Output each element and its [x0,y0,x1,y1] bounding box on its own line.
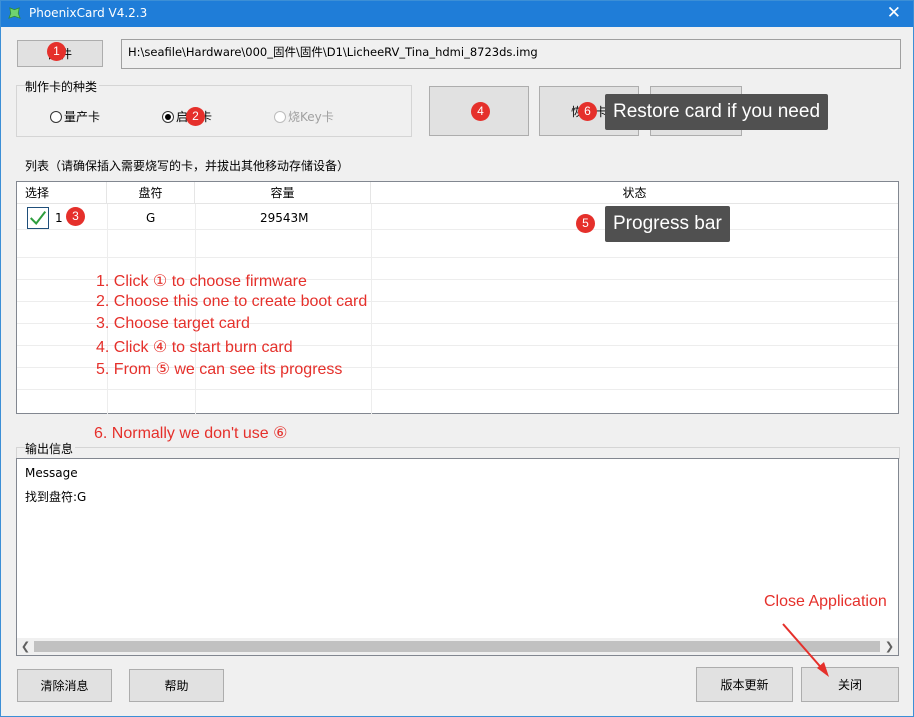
list-label: 列表（请确保插入需要烧写的卡，并拔出其他移动存储设备） [25,157,352,174]
radio-circle [274,110,286,123]
grid-line [17,257,898,258]
version-update-label: 版本更新 [720,678,769,692]
output-line: 找到盘符:G [25,490,87,504]
badge-5: 5 [576,214,595,233]
firmware-path-field: H:\seafile\Hardware\000_固件\固件\D1\LicheeR… [121,39,901,69]
output-line: Message [25,466,78,480]
phoenixcard-window: PhoenixCard V4.2.3 ✕ 固件 H:\seafile\Hardw… [0,0,914,717]
step-4-text: 4. Click ④ to start burn card [96,339,293,356]
close-button-label: 关闭 [837,678,862,692]
header-drive[interactable]: 盘符 [107,182,195,204]
grid-line [17,229,898,230]
row-drive: G [146,211,156,225]
scrollbar-thumb[interactable] [34,641,880,652]
title-bar: PhoenixCard V4.2.3 ✕ [1,1,913,27]
grid-line [17,389,898,390]
badge-4: 4 [471,102,490,121]
header-drive-label: 盘符 [138,186,163,200]
clear-messages-label: 清除消息 [40,679,89,693]
progress-tooltip: Progress bar [605,206,730,242]
close-window-icon[interactable]: ✕ [887,3,901,23]
output-label: 输出信息 [25,440,76,457]
radio-circle [50,110,62,123]
scroll-left-icon[interactable]: ❮ [17,638,34,655]
radio-label: 烧Key卡 [288,110,334,124]
row-select-checkbox[interactable] [27,207,49,229]
help-label: 帮助 [164,679,189,693]
help-button[interactable]: 帮助 [129,669,224,702]
step-3-text: 3. Choose target card [96,315,250,332]
step-2-text: 2. Choose this one to create boot card [96,293,368,310]
header-select-label: 选择 [25,186,50,200]
row-capacity: 29543M [260,211,309,225]
row-index: 1 [55,211,63,225]
header-status[interactable]: 状态 [371,182,898,204]
radio-key-card: 烧Key卡 [274,108,334,125]
header-select[interactable]: 选择 [17,182,107,204]
window-title: PhoenixCard V4.2.3 [29,6,148,20]
app-icon [8,7,21,19]
badge-2: 2 [186,107,205,126]
step-5-text: 5. From ⑤ we can see its progress [96,361,343,378]
list-header: 选择 盘符 容量 状态 [17,182,898,204]
clear-messages-button[interactable]: 清除消息 [17,669,112,702]
header-status-label: 状态 [622,186,647,200]
radio-mass-production-card[interactable]: 量产卡 [50,108,100,125]
close-app-note: Close Application [764,593,887,610]
close-arrow-icon [782,623,829,677]
check-icon [30,211,47,225]
radio-label: 量产卡 [64,110,101,124]
header-capacity-label: 容量 [270,186,295,200]
note-6-text: 6. Normally we don't use ⑥ [94,425,288,442]
badge-6: 6 [578,102,597,121]
badge-1: 1 [47,42,66,61]
radio-circle-checked [162,110,174,123]
output-message-box[interactable]: Message 找到盘符:G ❮ ❯ [16,458,899,656]
badge-3: 3 [66,207,85,226]
restore-tooltip: Restore card if you need [605,94,829,130]
card-type-label: 制作卡的种类 [25,78,100,95]
horizontal-scrollbar[interactable]: ❮ ❯ [17,638,898,655]
header-capacity[interactable]: 容量 [195,182,371,204]
scroll-right-icon[interactable]: ❯ [881,638,898,655]
step-1-text: 1. Click ① to choose firmware [96,273,307,290]
grid-vline [371,204,372,414]
